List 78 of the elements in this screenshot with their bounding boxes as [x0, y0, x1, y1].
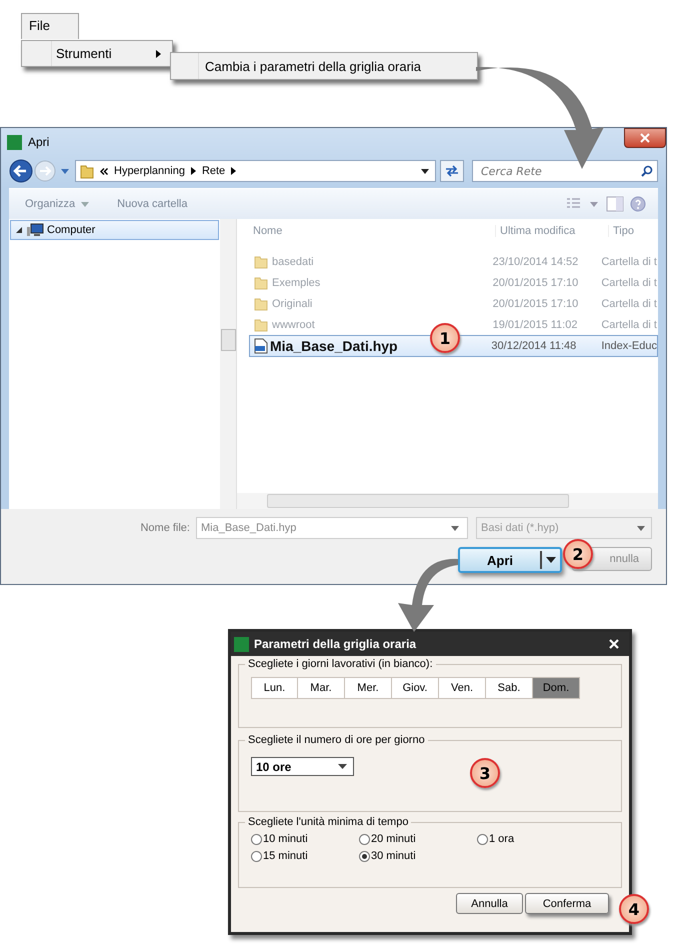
document-icon — [254, 338, 268, 354]
help-icon[interactable] — [630, 196, 646, 212]
step-badge: 4 — [619, 894, 649, 924]
file-type: Cartella di t — [600, 256, 657, 268]
search-input[interactable]: Cerca Rete — [479, 164, 641, 178]
file-date: 30/12/2014 11:48 — [490, 340, 578, 352]
day-toggle[interactable]: Lun. — [251, 677, 298, 699]
file-name: basedati — [272, 256, 314, 268]
scrollbar[interactable] — [220, 219, 236, 509]
caret-icon — [231, 167, 236, 175]
day-toggle[interactable]: Dom. — [533, 677, 580, 699]
nav-item[interactable]: Computer — [10, 220, 219, 240]
file-date: 20/01/2015 17:10 — [492, 276, 580, 288]
dropdown-icon — [637, 526, 645, 530]
back-forward-icon[interactable] — [9, 159, 71, 183]
radio-option[interactable]: 1 ora — [477, 833, 577, 845]
close-button[interactable] — [624, 128, 666, 148]
open-button[interactable]: Apri — [458, 547, 562, 573]
menu-item[interactable]: Strumenti — [52, 46, 156, 61]
expand-arrow-icon[interactable] — [15, 226, 23, 234]
menu-item[interactable]: File — [21, 13, 79, 39]
radio-option[interactable]: 10 minuti — [251, 833, 359, 845]
file-date: 23/10/2014 14:52 — [492, 256, 580, 268]
hours-dropdown[interactable]: 10 ore — [251, 757, 354, 776]
dropdown-icon[interactable] — [421, 168, 429, 174]
file-date: 20/01/2015 17:10 — [492, 298, 580, 310]
cancel-button[interactable]: Annulla — [456, 893, 523, 914]
breadcrumb-item[interactable]: Hyperplanning — [114, 165, 185, 177]
view-options-icon[interactable] — [566, 197, 600, 211]
double-chevron-icon — [100, 168, 108, 174]
group-label: Scegliete l'unità minima di tempo — [245, 816, 412, 828]
confirm-button[interactable]: Conferma — [525, 893, 609, 914]
day-toggle[interactable]: Ven. — [439, 677, 486, 699]
field-label: Nome file: — [140, 522, 190, 534]
breadcrumb-item[interactable]: Rete — [202, 165, 226, 177]
app-logo-icon — [234, 636, 249, 652]
day-toggle[interactable]: Giov. — [392, 677, 439, 699]
scrollbar[interactable] — [237, 493, 658, 509]
file-date: 19/01/2015 11:02 — [492, 318, 578, 330]
group-label: Scegliete il numero di ore per giorno — [245, 734, 428, 746]
caret-icon — [81, 202, 90, 206]
dropdown-icon — [546, 557, 556, 563]
folder-icon — [254, 276, 268, 290]
submenu-caret-icon — [156, 50, 161, 58]
file-name: wwwroot — [272, 318, 315, 330]
refresh-icon — [445, 165, 459, 177]
folder-icon — [254, 318, 268, 332]
file-name: Originali — [272, 298, 312, 310]
search-icon — [641, 165, 653, 177]
window-title: Apri — [28, 135, 50, 149]
folder-icon — [80, 163, 94, 179]
file-name: Mia_Base_Dati.hyp — [270, 338, 398, 354]
file-type: Cartella di t — [600, 298, 657, 310]
radio-option[interactable]: 20 minuti — [359, 833, 477, 845]
radio-option[interactable]: 30 minuti — [359, 850, 477, 862]
group-label: Scegliete i giorni lavorativi (in bianco): — [245, 658, 436, 670]
file-type: Index-Educ — [600, 340, 657, 352]
computer-icon — [26, 223, 44, 237]
address-bar[interactable]: Hyperplanning Rete — [75, 160, 436, 182]
close-icon — [609, 639, 619, 649]
close-icon — [640, 133, 650, 143]
window-title: Parametri della griglia oraria — [254, 637, 416, 651]
refresh-button[interactable] — [440, 160, 464, 182]
filename-field[interactable]: Mia_Base_Dati.hyp — [196, 517, 468, 539]
caret-icon — [190, 167, 196, 175]
day-toggle[interactable]: Mer. — [345, 677, 392, 699]
file-name: Exemples — [272, 276, 320, 288]
folder-icon — [254, 254, 268, 268]
menu-item[interactable]: Cambia i parametri della griglia oraria — [205, 58, 422, 74]
folder-icon — [254, 296, 268, 310]
dropdown-icon — [338, 764, 347, 769]
day-toggle[interactable]: Sab. — [486, 677, 533, 699]
day-toggle[interactable]: Mar. — [298, 677, 345, 699]
file-type: Cartella di t — [600, 276, 657, 288]
app-logo-icon — [7, 134, 22, 150]
search-field[interactable]: Cerca Rete — [472, 160, 658, 182]
radio-option[interactable]: 15 minuti — [251, 850, 359, 862]
file-type: Cartella di t — [600, 318, 657, 330]
